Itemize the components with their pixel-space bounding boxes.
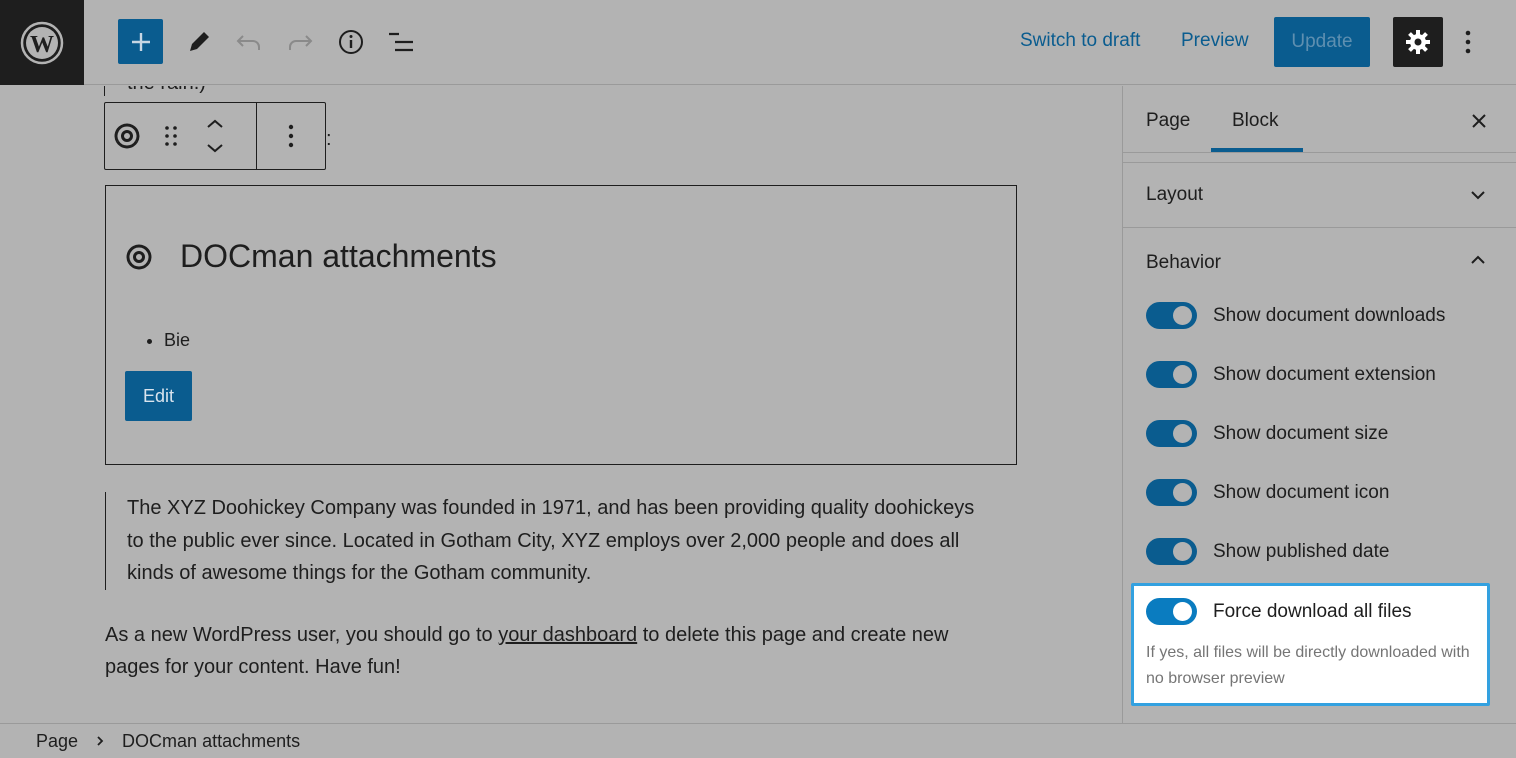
paragraph-block[interactable]: As a new WordPress user, you should go t… [105, 619, 1005, 683]
block-type-button[interactable] [105, 103, 149, 169]
toggle-show-downloads[interactable]: Show document downloads [1146, 302, 1445, 329]
svg-text:W: W [30, 32, 54, 58]
chevron-down-icon [1471, 191, 1485, 200]
pencil-icon [190, 32, 209, 51]
dashboard-link[interactable]: your dashboard [498, 624, 637, 646]
list-view-icon [389, 32, 413, 52]
gear-icon [1406, 30, 1430, 54]
toggle-switch[interactable] [1146, 420, 1197, 447]
redo-icon [289, 35, 313, 50]
preview-button[interactable]: Preview [1181, 30, 1249, 52]
breadcrumb: Page DOCman attachments [0, 723, 1516, 758]
settings-sidebar: Page Block Layout Behavior Show document… [1122, 86, 1516, 723]
add-block-button[interactable] [118, 19, 163, 64]
quote-border [104, 86, 105, 96]
toggle-switch[interactable] [1146, 598, 1197, 625]
options-button[interactable] [1452, 22, 1484, 62]
force-download-setting: Force download all files If yes, all fil… [1131, 583, 1490, 706]
divider [1123, 152, 1516, 153]
toggle-show-published-date[interactable]: Show published date [1146, 538, 1389, 565]
docman-logo-icon [114, 123, 140, 149]
drag-handle[interactable] [149, 103, 193, 169]
toggle-show-icon[interactable]: Show document icon [1146, 479, 1389, 506]
paragraph-text: As a new WordPress user, you should go t… [105, 624, 499, 646]
breadcrumb-item-page[interactable]: Page [36, 731, 78, 752]
redo-button[interactable] [280, 22, 320, 62]
toggle-label: Show document downloads [1213, 304, 1446, 326]
plus-icon [131, 32, 150, 51]
tab-page[interactable]: Page [1146, 110, 1190, 132]
tab-block[interactable]: Block [1232, 110, 1278, 132]
editor-header: W Switch to draft Preview Update [0, 0, 1516, 85]
toggle-label: Show published date [1213, 540, 1390, 562]
more-vertical-icon [288, 124, 294, 148]
settings-button[interactable] [1393, 17, 1443, 67]
layout-panel-toggle[interactable]: Layout [1146, 184, 1203, 206]
list-item[interactable]: Bie [164, 330, 190, 351]
quote-block[interactable]: The XYZ Doohickey Company was founded in… [105, 492, 985, 590]
edit-button[interactable]: Edit [125, 371, 192, 421]
toggle-switch[interactable] [1146, 479, 1197, 506]
help-text: If yes, all files will be directly downl… [1146, 644, 1470, 687]
info-icon [339, 30, 363, 54]
truncated-text: the rain.) [127, 86, 206, 95]
tools-button[interactable] [179, 22, 219, 62]
chevron-up-down-icon [207, 119, 223, 153]
chevron-up-icon [1471, 255, 1485, 264]
move-up-down-buttons[interactable] [193, 103, 237, 169]
block-toolbar [104, 102, 326, 170]
toggle-switch[interactable] [1146, 302, 1197, 329]
wordpress-icon: W [20, 21, 64, 64]
toggle-show-size[interactable]: Show document size [1146, 420, 1388, 447]
chevron-right-icon [96, 735, 104, 747]
docman-logo-icon [126, 244, 152, 269]
divider [1123, 227, 1516, 228]
close-sidebar-button[interactable] [1464, 106, 1494, 136]
block-options-button[interactable] [257, 103, 325, 169]
breadcrumb-item-block[interactable]: DOCman attachments [122, 731, 300, 752]
toggle-show-extension[interactable]: Show document extension [1146, 361, 1436, 388]
more-vertical-icon [1465, 30, 1471, 54]
behavior-panel-toggle[interactable]: Behavior [1146, 252, 1221, 274]
divider [1123, 162, 1516, 163]
details-button[interactable] [331, 22, 371, 62]
hidden-text-fragment: : [326, 128, 332, 150]
toggle-switch[interactable] [1146, 538, 1197, 565]
docman-attachments-block[interactable]: DOCman attachments Bie Edit [105, 185, 1017, 465]
close-icon [1472, 114, 1486, 128]
block-header: DOCman attachments [124, 238, 497, 275]
editor-canvas: the rain.) : [0, 86, 1122, 723]
sidebar-tabs: Page Block [1123, 86, 1516, 153]
behavior-panel-chevron[interactable] [1463, 245, 1493, 275]
switch-to-draft-button[interactable]: Switch to draft [1020, 30, 1140, 52]
toggle-switch[interactable] [1146, 361, 1197, 388]
drag-icon [165, 126, 177, 146]
update-button[interactable]: Update [1274, 17, 1370, 67]
toggle-label: Show document extension [1213, 363, 1436, 385]
wordpress-logo-button[interactable]: W [0, 0, 84, 85]
list-view-button[interactable] [381, 22, 421, 62]
layout-panel-chevron[interactable] [1463, 180, 1493, 210]
toggle-label: Show document size [1213, 422, 1389, 444]
undo-button[interactable] [229, 22, 269, 62]
undo-icon [236, 35, 260, 50]
toggle-force-download[interactable]: Force download all files [1146, 598, 1412, 625]
block-title: DOCman attachments [180, 238, 497, 274]
toggle-label: Show document icon [1213, 481, 1390, 503]
toggle-label: Force download all files [1213, 600, 1412, 622]
attachment-list: Bie [164, 330, 190, 351]
